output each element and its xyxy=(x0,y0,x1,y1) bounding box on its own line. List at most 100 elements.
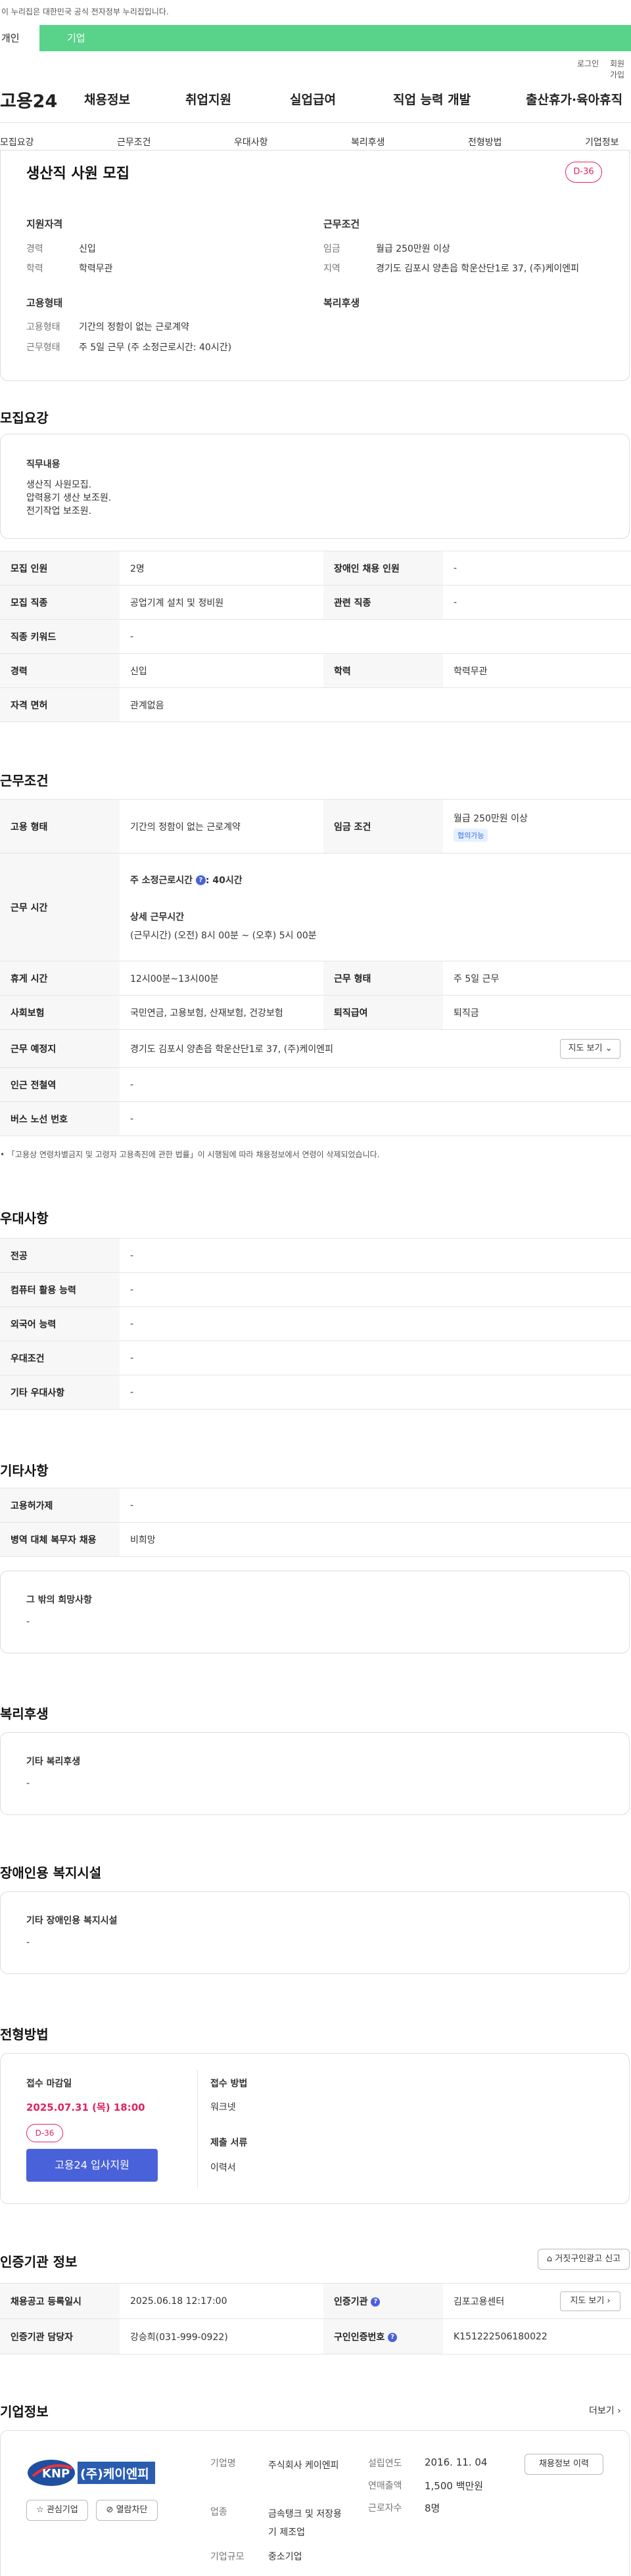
disab-value: - xyxy=(26,1937,30,1948)
form-key: 근무 형태 xyxy=(323,961,443,996)
career-value: 신입 xyxy=(79,244,96,254)
table-cell: 컴퓨터 활용 능력 xyxy=(0,1272,120,1307)
place-key: 근무 예정지 xyxy=(0,1029,120,1068)
docs-value: 이력서 xyxy=(210,2163,236,2173)
type-value: 기간의 정함이 없는 근로계약 xyxy=(120,799,323,854)
bus-value: - xyxy=(120,1101,631,1136)
table-cell: 경력 xyxy=(0,653,120,688)
welfare-other-title: 기타 복리후생 xyxy=(26,1757,81,1767)
worktime-value: 주 5일 근무 (주 소정근로시간: 40시간) xyxy=(79,342,232,353)
section-pref: 우대사항 xyxy=(0,1210,49,1226)
org-key-cell: 인증기관 ? xyxy=(323,2283,443,2319)
table-cell: 자격 면허 xyxy=(0,687,120,722)
table-cell: 직종 키워드 xyxy=(0,619,120,654)
subnav-process[interactable]: 전형방법 xyxy=(468,135,502,149)
table-cell: - xyxy=(120,1272,631,1307)
company-card xyxy=(0,2430,630,2576)
job-title: 생산직 사원 모집 xyxy=(26,166,129,182)
table-cell: 모집 인원 xyxy=(0,551,120,586)
table-cell: - xyxy=(120,1238,631,1273)
est-key: 설립연도 xyxy=(368,2458,402,2469)
block-button[interactable]: ⊘ 열람차단 xyxy=(96,2500,158,2521)
num-key-cell: 구인인증번호 ? xyxy=(323,2318,443,2355)
cond-title: 근무조건 xyxy=(323,218,360,230)
tab-company[interactable]: 기업 xyxy=(67,25,85,51)
disab-card xyxy=(0,1891,630,1974)
gnb-employment-support[interactable]: 취업지원 xyxy=(185,90,231,108)
cert-table: 채용공고 등록일시 2025.06.18 12:17:00 인증기관 ? 김포고… xyxy=(0,2283,631,2355)
duty-line: 전기작업 보조원. xyxy=(26,506,92,517)
table-row: 인근 전철역 - xyxy=(0,1067,631,1102)
subnav-company[interactable]: 기업정보 xyxy=(585,135,619,149)
method-title: 접수 방법 xyxy=(210,2079,248,2089)
org-map-button[interactable]: 지도 보기 › xyxy=(560,2291,620,2311)
qual-title: 지원자격 xyxy=(26,218,63,230)
ret-key: 퇴직급여 xyxy=(323,995,443,1030)
deadline-value: 2025.07.31 (목) 18:00 xyxy=(26,2102,145,2113)
table-cell: - xyxy=(120,1375,631,1410)
report-button[interactable]: ⌂ 거짓구인광고 신고 xyxy=(538,2249,630,2270)
table-cell: 학력무관 xyxy=(443,653,631,688)
welfare-title: 복리후생 xyxy=(323,297,360,309)
info-icon[interactable]: ? xyxy=(195,875,206,885)
age-note: • 「고용상 연령차별금지 및 고령자 고용촉진에 관한 법률」이 시행됨에 따… xyxy=(0,1150,380,1159)
hours-key: 근무 시간 xyxy=(0,853,120,961)
table-row: 직종 키워드 - xyxy=(0,619,631,654)
duty-line: 압력용기 생산 보조원. xyxy=(26,493,112,503)
table-cell: 비희망 xyxy=(120,1522,631,1557)
apply-button[interactable]: 고용24 입사지원 xyxy=(26,2149,158,2182)
gov-banner: 이 누리집은 대한민국 공식 전자정부 누리집입니다. xyxy=(0,0,631,24)
table-row: 컴퓨터 활용 능력 - xyxy=(0,1272,631,1307)
bus-key: 버스 노선 번호 xyxy=(0,1101,120,1136)
info-icon[interactable]: ? xyxy=(371,2297,381,2307)
hours-week-value: 40시간 xyxy=(212,875,243,886)
info-icon[interactable]: ? xyxy=(388,2332,398,2342)
subnav-welfare[interactable]: 복리후생 xyxy=(351,135,385,149)
gnb-unemployment[interactable]: 실업급여 xyxy=(290,90,336,108)
table-row: 모집 인원 2명 장애인 채용 인원 - xyxy=(0,551,631,586)
duty-card xyxy=(0,434,630,539)
join-link[interactable]: 회원가입 xyxy=(610,58,631,80)
subnav-work[interactable]: 근무조건 xyxy=(117,135,151,149)
gnb-training[interactable]: 직업 능력 개발 xyxy=(393,90,471,108)
table-cell: 전공 xyxy=(0,1238,120,1273)
gnb-parental-leave[interactable]: 출산휴가·육아휴직 xyxy=(526,90,622,108)
tab-personal[interactable]: 개인 xyxy=(0,25,39,51)
table-cell: - xyxy=(443,585,631,620)
gnb-jobs[interactable]: 채용정보 xyxy=(84,90,130,108)
table-cell: 기타 우대사항 xyxy=(0,1375,120,1410)
table-row: 사회보험 국민연금, 고용보험, 산재보험, 건강보험 퇴직급여 퇴직금 xyxy=(0,995,631,1030)
mgr-key: 인증기관 담당자 xyxy=(0,2318,120,2355)
site-logo[interactable]: 고용24 xyxy=(0,87,57,112)
table-row: 버스 노선 번호 - xyxy=(0,1101,631,1136)
industry-value: 금속탱크 및 저장용기 제조업 xyxy=(268,2509,342,2538)
emptype-value: 기간의 정함이 없는 근로계약 xyxy=(79,322,189,333)
wage-value: 월급 250만원 이상 xyxy=(376,244,450,254)
wage-key: 임금 xyxy=(323,244,340,254)
emptype-key: 고용형태 xyxy=(26,322,60,333)
subnav-recruit[interactable]: 모집요강 xyxy=(0,135,34,149)
table-cell: 모집 직종 xyxy=(0,585,120,620)
hope-title: 그 밖의 희망사항 xyxy=(26,1595,92,1605)
hope-value: - xyxy=(26,1617,30,1627)
favorite-button[interactable]: ☆ 관심기업 xyxy=(26,2500,88,2521)
hours-detail: (근무시간) (오전) 8시 00분 ~ (오후) 5시 00분 xyxy=(130,930,317,941)
subnav-pref[interactable]: 우대사항 xyxy=(234,135,268,149)
section-recruit: 모집요강 xyxy=(0,410,49,426)
industry-key: 업종 xyxy=(210,2507,227,2518)
table-row: 휴게 시간 12시00분~13시00분 근무 형태 주 5일 근무 xyxy=(0,961,631,996)
table-cell: 우대조건 xyxy=(0,1341,120,1375)
table-row: 고용허가제 - xyxy=(0,1488,631,1523)
reg-key: 채용공고 등록일시 xyxy=(0,2283,120,2319)
login-link[interactable]: 로그인 xyxy=(577,58,599,69)
dday-badge: D-36 xyxy=(565,162,602,183)
reg-value: 2025.06.18 12:17:00 xyxy=(120,2283,323,2319)
loc-key: 지역 xyxy=(323,264,340,274)
process-dday-badge: D-36 xyxy=(26,2124,63,2142)
map-button[interactable]: 지도 보기 ⌄ xyxy=(560,1039,620,1059)
table-cell: 고용허가제 xyxy=(0,1488,120,1523)
docs-title: 제출 서류 xyxy=(210,2138,248,2148)
more-link[interactable]: 더보기 › xyxy=(589,2404,621,2417)
job-history-button[interactable]: 채용정보 이력 xyxy=(525,2454,603,2475)
emp-value: 8명 xyxy=(425,2502,440,2514)
